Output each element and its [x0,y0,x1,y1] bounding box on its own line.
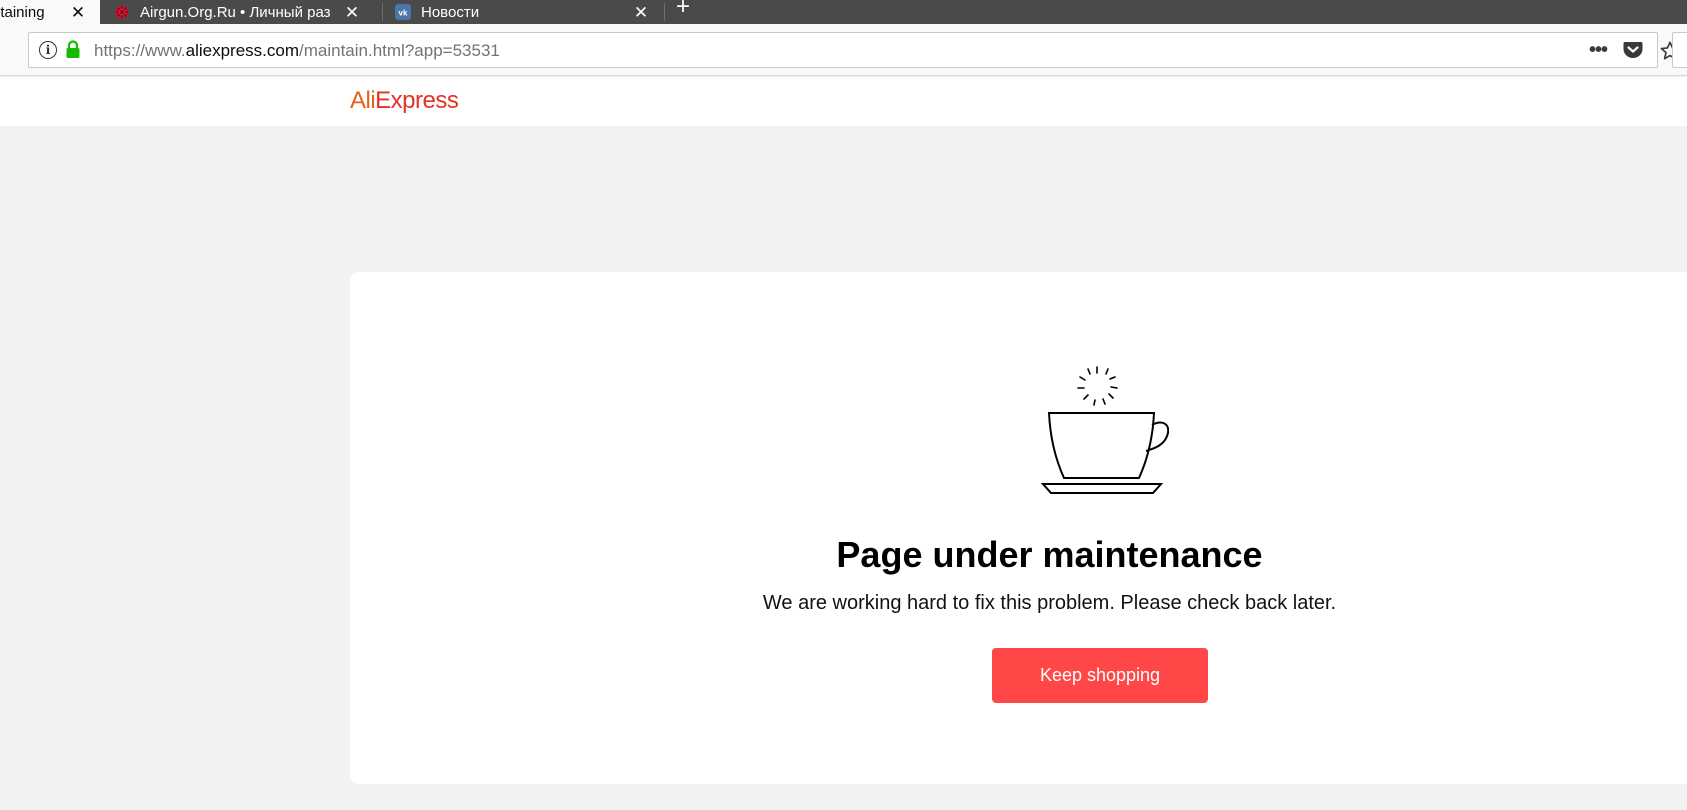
airgun-favicon-icon [115,5,129,19]
tab-active[interactable]: ntaining ✕ [0,0,100,24]
site-info-icon[interactable]: i [39,41,57,59]
url-text[interactable]: https://www.aliexpress.com/maintain.html… [94,41,500,61]
url-prefix: https://www. [94,41,186,60]
tab-separator [664,3,665,21]
page-actions-more-icon[interactable]: ••• [1589,39,1608,62]
new-tab-plus-icon[interactable]: + [672,0,694,22]
tab-label: Airgun.Org.Ru • Личный разде [140,3,330,21]
keep-shopping-button[interactable]: Keep shopping [992,648,1208,703]
maintenance-card: Page under maintenance We are working ha… [350,272,1687,784]
lock-icon[interactable] [65,40,81,60]
svg-text:vk: vk [399,9,408,18]
tab-vk-news[interactable]: vk Новости ✕ [383,0,665,24]
tab-label: ntaining [0,3,45,21]
search-field-stub[interactable] [1672,32,1687,68]
site-header: AliExpress [0,77,1687,126]
tab-close-icon[interactable]: ✕ [631,2,651,22]
tab-close-icon[interactable]: ✕ [342,2,362,22]
coffee-cup-icon [1040,366,1169,494]
url-path: /maintain.html?app=53531 [299,41,500,60]
url-bar[interactable]: i https://www.aliexpress.com/maintain.ht… [28,32,1680,68]
navigation-bar: i https://www.aliexpress.com/maintain.ht… [0,24,1687,76]
tab-close-icon[interactable]: ✕ [68,2,88,22]
maintenance-message: We are working hard to fix this problem.… [762,592,1337,614]
tab-label: Новости [421,3,480,21]
aliexpress-logo[interactable]: AliExpress [350,87,459,115]
logo-part-ali: Ali [350,87,376,114]
pocket-icon[interactable] [1623,41,1643,59]
maintenance-title: Page under maintenance [836,534,1263,575]
logo-part-express: Express [375,87,459,114]
tab-strip: ntaining ✕ Airgun.Org.Ru • Личный разде … [0,0,1687,24]
url-domain: aliexpress.com [185,41,300,60]
vk-favicon-icon: vk [395,4,411,20]
tab-airgun[interactable]: Airgun.Org.Ru • Личный разде ✕ [100,0,365,24]
